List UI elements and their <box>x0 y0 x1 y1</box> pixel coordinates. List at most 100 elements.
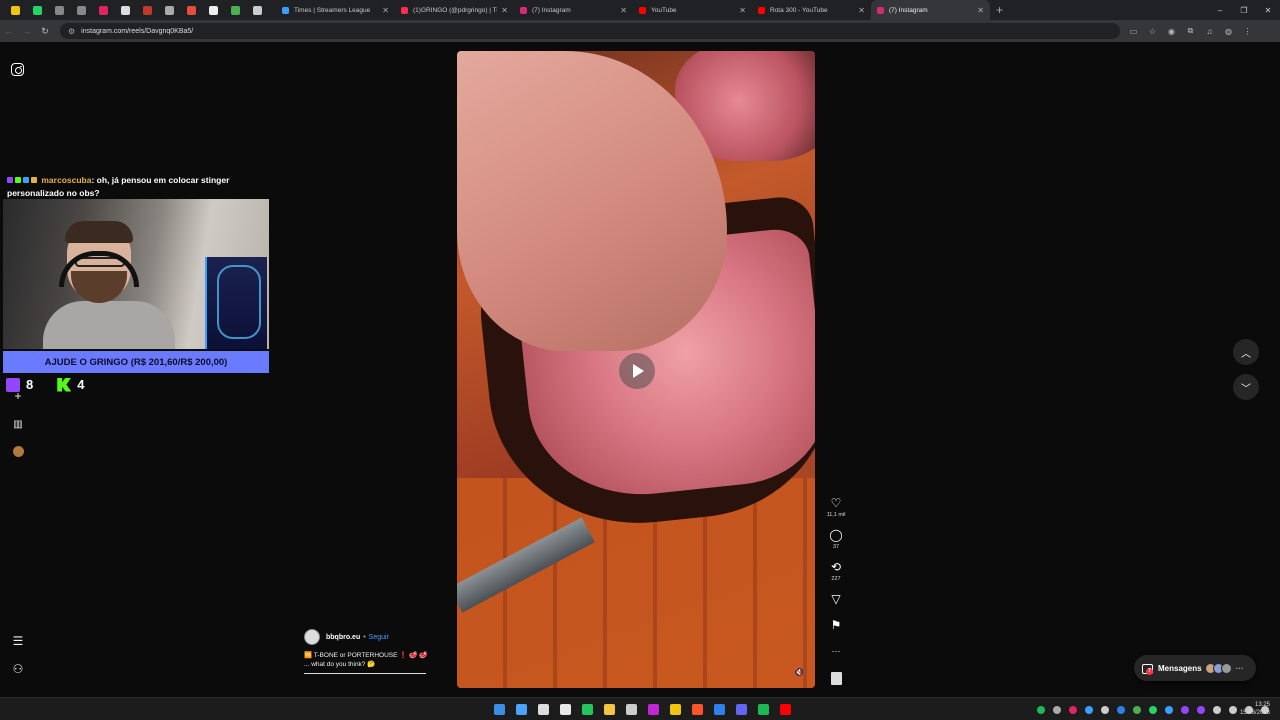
donation-goal-bar: AJUDE O GRINGO (R$ 201,60/R$ 200,00) <box>3 351 269 373</box>
browser-tab[interactable]: (1)GRINGO (@pdrgringo) | TikTok ✕ <box>395 0 514 20</box>
pinned-tab[interactable] <box>26 0 48 20</box>
reload-icon[interactable]: ↻ <box>36 20 54 42</box>
video-progress-bar[interactable] <box>304 673 426 674</box>
threads-icon[interactable]: ⚇ <box>10 661 26 677</box>
pinned-tab[interactable] <box>48 0 70 20</box>
next-reel-button[interactable]: ﹀ <box>1233 374 1259 400</box>
pinned-tab[interactable] <box>136 0 158 20</box>
tray-icon[interactable] <box>1129 703 1145 716</box>
play-icon[interactable] <box>619 353 655 389</box>
tray-icon[interactable] <box>1033 703 1049 716</box>
clock-time: 13:25 <box>1254 702 1270 708</box>
close-tab-icon[interactable]: ✕ <box>858 6 865 15</box>
browser-tab[interactable]: YouTube ✕ <box>633 0 752 20</box>
bookmark-star-icon[interactable]: ☆ <box>1143 20 1162 42</box>
profile-icon[interactable]: ◍ <box>1219 20 1238 42</box>
taskbar-app-icon[interactable] <box>554 701 576 718</box>
cast-icon[interactable]: ▭ <box>1124 20 1143 42</box>
profile-avatar[interactable] <box>10 443 26 459</box>
chat-username: marcoscuba <box>41 175 92 185</box>
extension-icon[interactable]: ◉ <box>1162 20 1181 42</box>
pinned-tab[interactable] <box>158 0 180 20</box>
close-window-button[interactable]: ✕ <box>1256 0 1280 20</box>
address-bar[interactable]: ⚙ instagram.com/reels/Davgnq0KBa5/ <box>60 23 1120 39</box>
taskbar-app-icon[interactable] <box>620 701 642 718</box>
reel-video[interactable]: 🔇 <box>457 51 815 688</box>
new-tab-button[interactable]: + <box>996 3 1003 17</box>
pinned-tab[interactable] <box>114 0 136 20</box>
caption-text[interactable]: 🆚 T-BONE or PORTERHOUSE ❗ 🥩 🥩 ... what d… <box>304 651 434 669</box>
repost-icon[interactable]: ⟲ <box>831 560 841 574</box>
browser-tab[interactable]: Times | Streamers League ✕ <box>276 0 395 20</box>
close-tab-icon[interactable]: ✕ <box>382 6 389 15</box>
save-icon[interactable]: ⚑ <box>831 618 842 632</box>
tab-title: (1)GRINGO (@pdrgringo) | TikTok <box>413 6 497 14</box>
browser-tab[interactable]: Rota 300 - YouTube ✕ <box>752 0 871 20</box>
close-tab-icon[interactable]: ✕ <box>620 6 627 15</box>
tray-icon[interactable] <box>1049 703 1065 716</box>
messages-button[interactable]: 7 Mensagens ··· <box>1134 655 1256 681</box>
close-tab-icon[interactable]: ✕ <box>501 6 508 15</box>
pinned-tab-favicon-icon <box>164 5 174 15</box>
taskbar-app-icon[interactable] <box>686 701 708 718</box>
pinned-tab-favicon-icon <box>10 5 20 15</box>
author-avatar[interactable] <box>304 629 320 645</box>
audio-cover-icon[interactable] <box>831 672 842 685</box>
taskbar-app-icon[interactable] <box>576 701 598 718</box>
taskbar-app-icon[interactable] <box>642 701 664 718</box>
tray-icon[interactable] <box>1081 703 1097 716</box>
insights-icon[interactable]: ▥ <box>10 416 26 432</box>
pinned-tab[interactable] <box>70 0 92 20</box>
taskbar-app-icon[interactable] <box>774 701 796 718</box>
tray-icon[interactable] <box>1193 703 1209 716</box>
tray-icon[interactable] <box>1161 703 1177 716</box>
taskbar-app-icon[interactable] <box>752 701 774 718</box>
tray-icon[interactable] <box>1209 703 1225 716</box>
site-info-icon[interactable]: ⚙ <box>68 27 75 36</box>
pinned-tab[interactable] <box>92 0 114 20</box>
restore-button[interactable]: ❐ <box>1232 0 1256 20</box>
tray-icon[interactable] <box>1225 703 1241 716</box>
pinned-tab[interactable] <box>246 0 268 20</box>
author-name[interactable]: bbqbro.eu <box>326 634 360 641</box>
menu-kebab-icon[interactable]: ⋮ <box>1238 20 1257 42</box>
pinned-tab[interactable] <box>202 0 224 20</box>
follow-button[interactable]: Seguir <box>369 634 389 641</box>
system-clock[interactable]: 13:25 15/08/2026 <box>1240 701 1270 717</box>
minimize-button[interactable]: – <box>1208 0 1232 20</box>
comment-icon[interactable]: ◯ <box>829 528 842 542</box>
tray-icon[interactable] <box>1097 703 1113 716</box>
taskbar-app-icon[interactable] <box>598 701 620 718</box>
more-menu-icon[interactable]: ☰ <box>10 633 26 649</box>
close-tab-icon[interactable]: ✕ <box>739 6 746 15</box>
pinned-tab[interactable] <box>4 0 26 20</box>
media-controls-icon[interactable]: ♫ <box>1200 20 1219 42</box>
reel-actions: ♡ 11,1 mil ◯ 37 ⟲ 227 ▽ ⚑ ··· <box>824 496 848 670</box>
close-tab-icon[interactable]: ✕ <box>977 6 984 15</box>
browser-tab[interactable]: (7) Instagram ✕ <box>514 0 633 20</box>
taskbar-app-icon[interactable] <box>488 701 510 718</box>
create-icon[interactable]: + <box>10 388 26 404</box>
taskbar-app-icon[interactable] <box>708 701 730 718</box>
tray-icon[interactable] <box>1065 703 1081 716</box>
tray-icon[interactable] <box>1177 703 1193 716</box>
taskbar-app-icon[interactable] <box>532 701 554 718</box>
like-icon[interactable]: ♡ <box>831 496 842 510</box>
mute-icon[interactable]: 🔇 <box>794 667 805 678</box>
pinned-tab[interactable] <box>224 0 246 20</box>
taskbar-app-icon[interactable] <box>730 701 752 718</box>
tray-icon[interactable] <box>1113 703 1129 716</box>
back-icon[interactable]: ← <box>0 20 18 42</box>
previous-reel-button[interactable]: ︿ <box>1233 339 1259 365</box>
taskbar-app-icon[interactable] <box>664 701 686 718</box>
extensions-puzzle-icon[interactable]: ⧉ <box>1181 20 1200 42</box>
chat-badge-icon <box>15 177 21 183</box>
forward-icon[interactable]: → <box>18 20 36 42</box>
taskbar-app-icon[interactable] <box>510 701 532 718</box>
browser-tab[interactable]: (7) Instagram ✕ <box>871 0 990 20</box>
more-options-icon[interactable]: ··· <box>832 644 841 658</box>
instagram-logo-icon[interactable] <box>11 63 24 76</box>
share-icon[interactable]: ▽ <box>831 592 840 606</box>
pinned-tab[interactable] <box>180 0 202 20</box>
tray-icon[interactable] <box>1145 703 1161 716</box>
